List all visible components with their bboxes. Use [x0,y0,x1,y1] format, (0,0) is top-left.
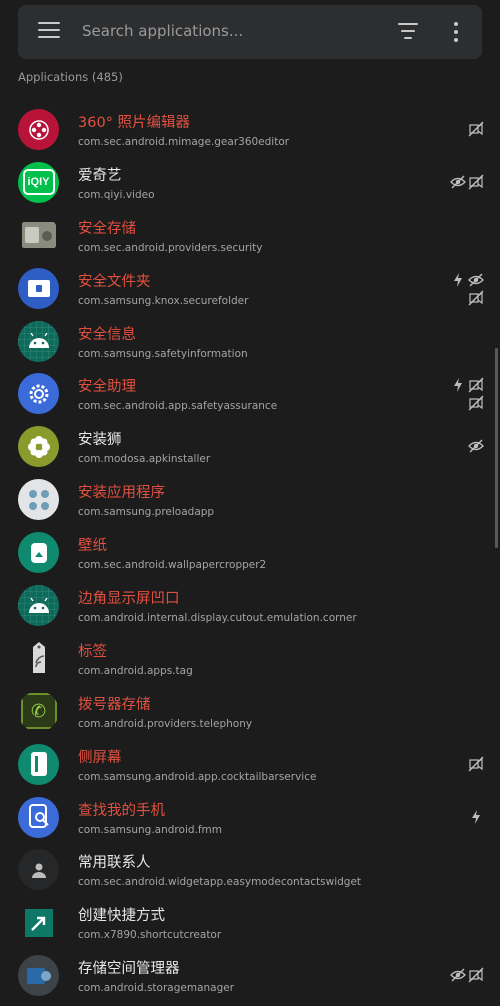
app-status-flags [444,430,484,466]
app-package-name: com.android.storagemanager [78,982,235,995]
app-status-flags [444,377,484,413]
app-list-item[interactable]: 壁纸 com.sec.android.wallpapercropper2 [0,526,500,579]
app-status-flags [444,801,484,837]
app-name: 安装狮 [78,432,122,449]
app-list-item[interactable]: 存储空间管理器 com.android.storagemanager [0,949,500,1002]
bolt-icon [450,272,466,288]
app-name: 拨号器存储 [78,696,151,713]
app-name: 查找我的手机 [78,802,165,819]
app-status-flags [444,959,484,995]
app-name: 爱奇艺 [78,167,122,184]
app-list-item[interactable]: 查找我的手机 com.samsung.android.fmm [0,791,500,844]
app-package-name: com.samsung.android.fmm [78,823,223,836]
find-phone-icon [18,796,59,838]
hamburger-menu-icon[interactable] [38,22,60,42]
app-name: 安全存储 [78,220,136,237]
app-package-name: com.sec.android.wallpapercropper2 [78,559,267,572]
app-name: 创建快捷方式 [78,908,165,925]
app-package-name: com.android.internal.display.cutout.emul… [78,612,357,625]
no-internet-icon [468,121,484,137]
app-package-name: com.x7890.shortcutcreator [78,929,222,942]
no-internet-icon [468,290,484,306]
app-package-name: com.samsung.preloadapp [78,506,215,519]
app-package-name: com.samsung.knox.securefolder [78,294,249,307]
app-name: 安装应用程序 [78,485,165,502]
app-name: 常用联系人 [78,855,151,872]
filter-icon[interactable] [398,23,418,44]
no-internet-icon [468,967,484,983]
app-list-item[interactable]: 创建快捷方式 com.x7890.shortcutcreator [0,896,500,949]
secure-folder-icon [18,267,59,309]
app-name: 安全助理 [78,379,136,396]
app-list-item[interactable]: 标签 com.android.apps.tag [0,632,500,685]
app-list-item[interactable]: ✆ 拨号器存储 com.android.providers.telephony [0,685,500,738]
bolt-icon [468,809,484,825]
app-status-flags [444,166,484,202]
hidden-icon [468,272,484,288]
no-internet-icon [468,395,484,411]
app-list-item[interactable]: 边角显示屏凹口 com.android.internal.display.cuto… [0,579,500,632]
no-internet-icon [468,756,484,772]
app-status-flags [444,113,484,149]
android-icon [18,585,59,627]
applications-count: Applications (485) [18,70,123,84]
scrollbar[interactable] [495,348,498,548]
hidden-icon [450,967,466,983]
contact-icon [18,849,59,891]
app-status-flags [444,748,484,784]
app-package-name: com.sec.android.providers.security [78,241,263,254]
android-icon [18,320,59,362]
no-internet-icon [468,174,484,190]
settings-gear-icon [18,373,59,415]
shortcut-arrow-icon [18,902,59,944]
app-package-name: com.samsung.android.app.cocktailbarservi… [78,770,317,783]
app-list-item[interactable]: iQIY 爱奇艺 com.qiyi.video [0,156,500,209]
app-package-name: com.sec.android.app.safetyassurance [78,400,278,413]
app-list-item[interactable]: 安全信息 com.samsung.safetyinformation [0,315,500,368]
app-list-item[interactable]: 安全存储 com.sec.android.providers.security [0,209,500,262]
security-storage-icon [18,214,59,256]
app-name: 360° 照片编辑器 [78,115,191,131]
app-name: 标签 [78,643,107,660]
app-package-name: com.sec.android.mimage.gear360editor [78,136,290,148]
storage-manager-icon [18,955,59,997]
phone-icon: ✆ [18,690,59,732]
app-package-name: com.sec.android.widgetapp.easymodecontac… [78,876,362,889]
app-name: 侧屏幕 [78,749,122,766]
app-name: 安全信息 [78,326,136,343]
edge-screen-icon [18,743,59,785]
app-name: 壁纸 [78,538,107,555]
app-package-name: com.android.providers.telephony [78,717,253,730]
wallpaper-icon [18,532,59,574]
app-package-name: com.samsung.safetyinformation [78,347,248,360]
app-name: 安全文件夹 [78,273,151,290]
hidden-icon [450,174,466,190]
app-name: 边角显示屏凹口 [78,591,180,608]
bolt-icon [450,377,466,393]
preload-install-icon [18,479,59,521]
hidden-icon [468,438,484,454]
more-options-icon[interactable] [454,22,458,46]
app-list-item[interactable]: 安装应用程序 com.samsung.preloadapp [0,473,500,526]
gear360-icon [18,109,59,150]
app-status-flags [444,272,484,308]
app-name: 存储空间管理器 [78,961,180,978]
app-list-item[interactable]: 安装狮 com.modosa.apkinstaller [0,420,500,473]
app-package-name: com.modosa.apkinstaller [78,453,211,466]
flower-icon [18,426,59,468]
app-list-item[interactable]: 侧屏幕 com.samsung.android.app.cocktailbarse… [0,738,500,791]
app-package-name: com.qiyi.video [78,188,155,201]
nfc-tag-icon [18,637,59,679]
app-list-item[interactable]: 常用联系人 com.sec.android.widgetapp.easymodec… [0,843,500,896]
search-bar[interactable]: Search applications... [18,5,482,59]
app-list-item[interactable]: 安全文件夹 com.samsung.knox.securefolder [0,262,500,315]
app-list: 360° 照片编辑器 com.sec.android.mimage.gear360… [0,103,500,1002]
app-list-item[interactable]: 360° 照片编辑器 com.sec.android.mimage.gear360… [0,103,500,156]
search-input[interactable]: Search applications... [82,22,243,40]
no-internet-icon [468,377,484,393]
iqiyi-icon: iQIY [18,161,59,203]
app-package-name: com.android.apps.tag [78,664,193,677]
app-list-item[interactable]: 安全助理 com.sec.android.app.safetyassurance [0,367,500,420]
